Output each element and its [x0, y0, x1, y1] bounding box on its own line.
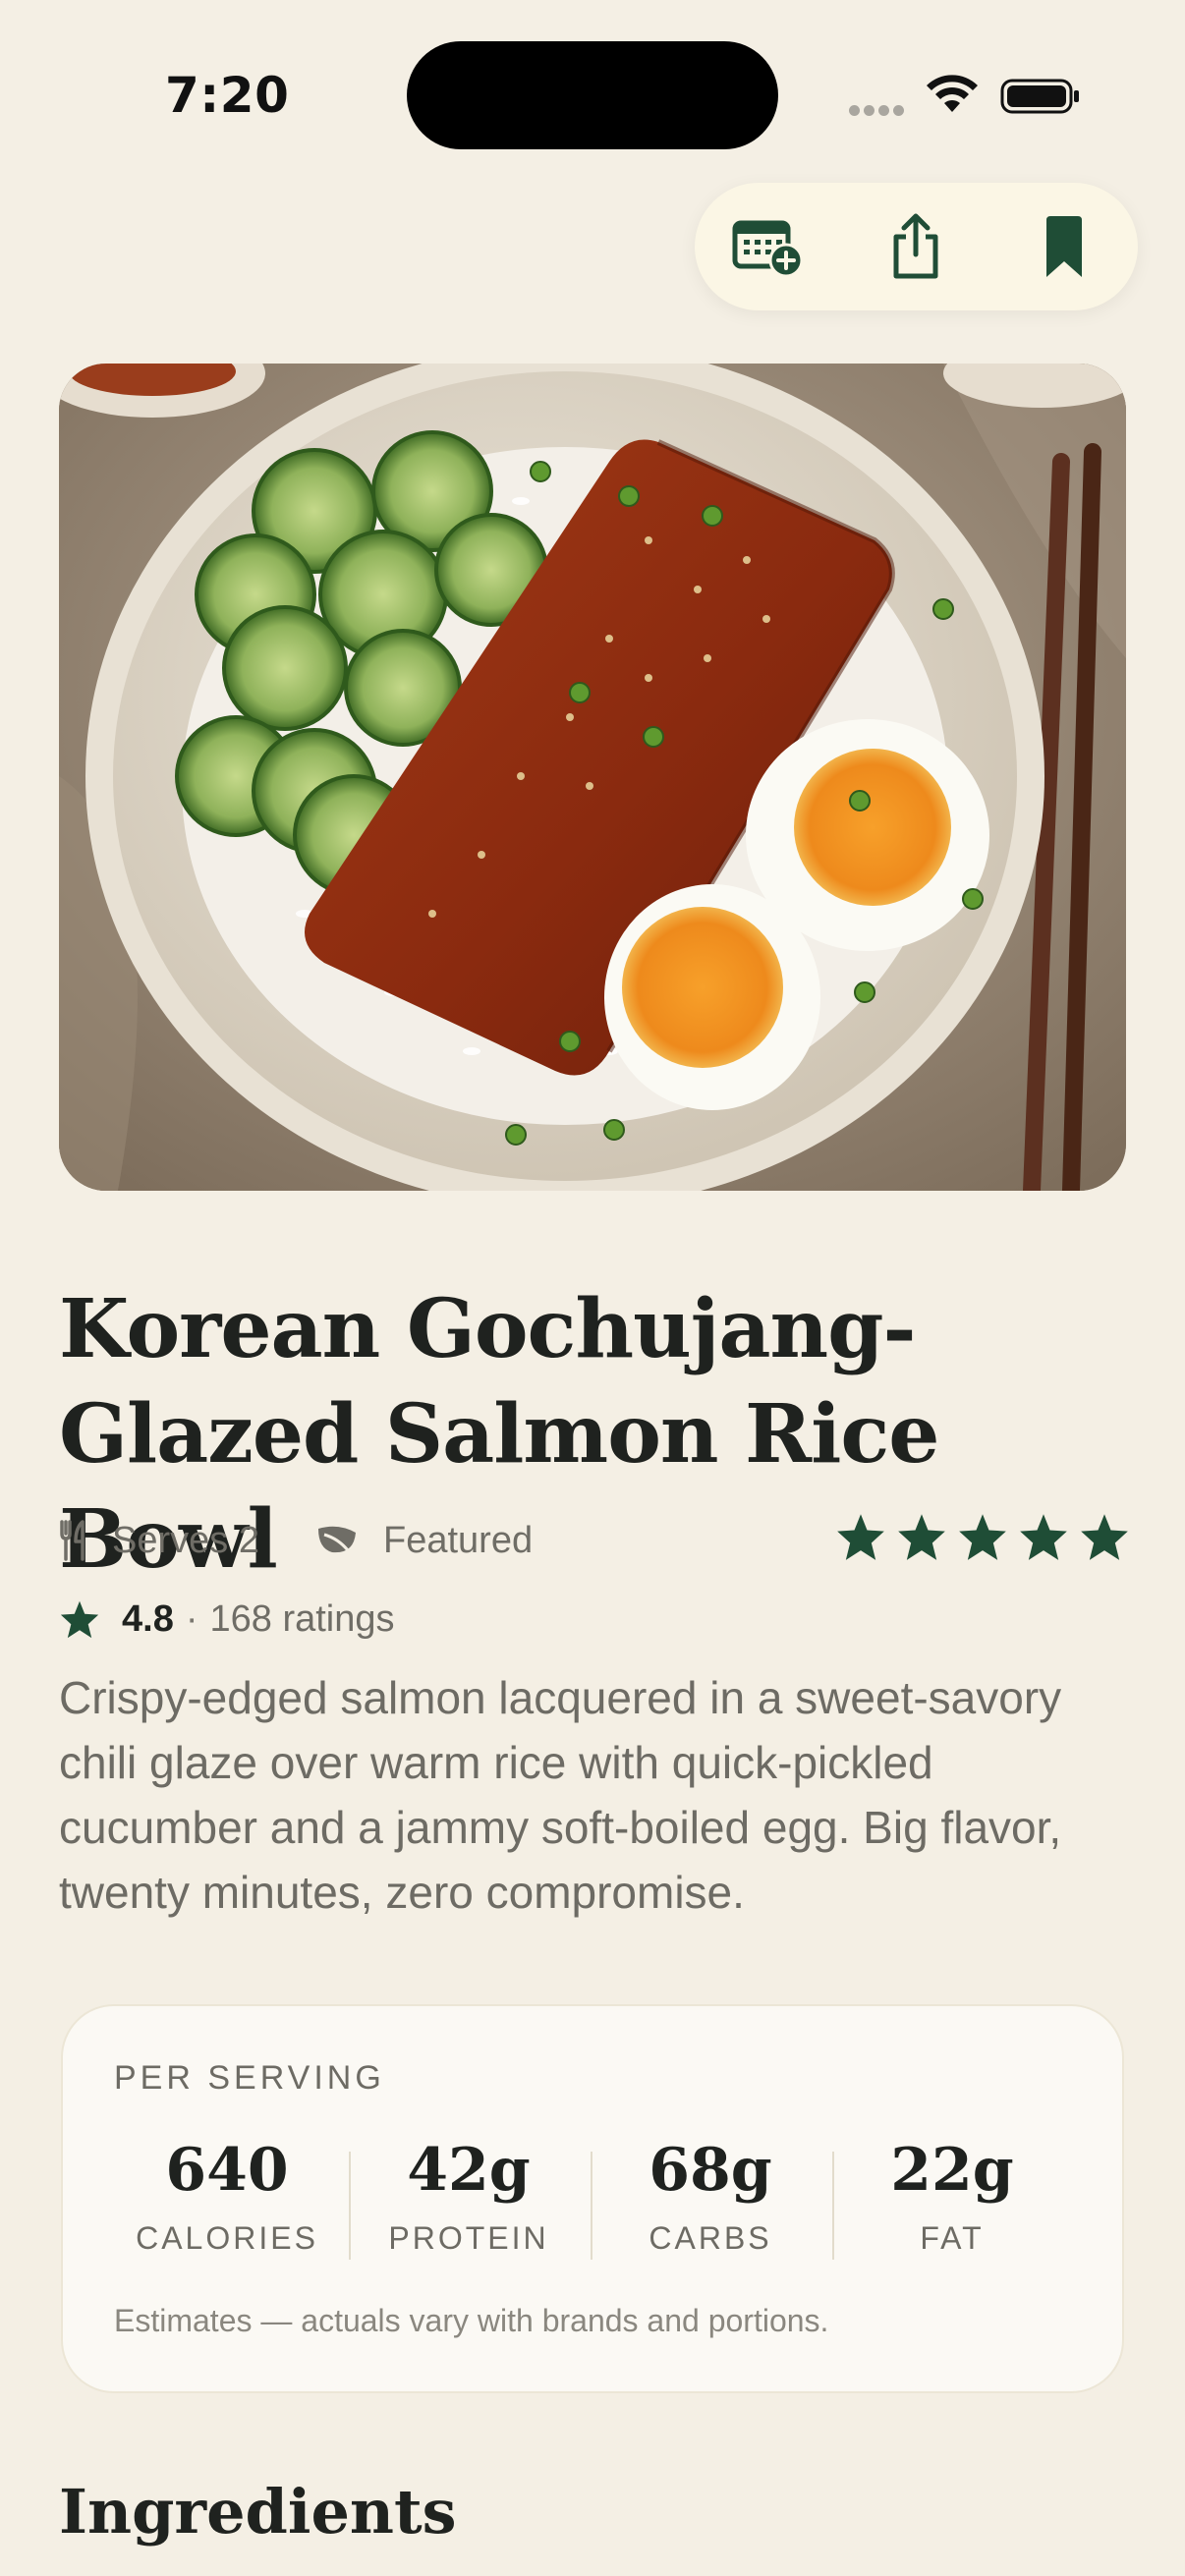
star-icon	[837, 1514, 884, 1560]
bookmark-icon	[1046, 216, 1082, 277]
add-to-calendar-button[interactable]	[705, 183, 832, 310]
serves-label: Serves 2	[112, 1519, 259, 1561]
share-button[interactable]	[852, 183, 980, 310]
stat-label: CARBS	[649, 2220, 772, 2256]
status-time: 7:20	[165, 67, 290, 124]
stat-label: FAT	[920, 2220, 985, 2256]
star-icon	[959, 1514, 1006, 1560]
nutrition-stat-carbs: 68g CARBS	[590, 2136, 831, 2257]
dynamic-island	[407, 41, 778, 149]
fork-knife-icon	[60, 1520, 85, 1561]
rating-separator: ·	[185, 1597, 198, 1640]
status-bar: 7:20	[0, 0, 1185, 187]
stat-value: 22g	[890, 2136, 1014, 2205]
nutrition-heading: PER SERVING	[114, 2059, 385, 2097]
star-icon	[898, 1514, 945, 1560]
star-icon	[1020, 1514, 1067, 1560]
nutrition-stat-calories: 640 CALORIES	[106, 2136, 348, 2257]
stat-value: 42g	[407, 2136, 531, 2205]
nutrition-stat-protein: 42g PROTEIN	[348, 2136, 590, 2257]
recipe-toolbar	[695, 183, 1138, 310]
recipe-meta-row: Serves 2 Featured	[59, 1508, 1130, 1573]
leaf-icon	[318, 1526, 356, 1553]
ingredients-heading: Ingredients	[59, 2476, 457, 2548]
featured-label: Featured	[383, 1519, 534, 1561]
star-icon	[1081, 1514, 1128, 1560]
bookmark-button[interactable]	[1000, 183, 1128, 310]
rating-summary: 4.8 · 168 ratings	[59, 1590, 395, 1649]
recipe-hero-image	[59, 364, 1126, 1191]
nutrition-stat-fat: 22g FAT	[831, 2136, 1073, 2257]
nutrition-card: PER SERVING 640 CALORIES 42g PROTEIN 68g…	[61, 2004, 1124, 2393]
ratings-count: 168 ratings	[209, 1597, 395, 1640]
featured-info: Featured	[314, 1508, 533, 1573]
rating-value: 4.8	[122, 1597, 174, 1640]
calendar-add-icon	[732, 220, 804, 278]
stat-label: CALORIES	[136, 2220, 318, 2256]
nutrition-note: Estimates — actuals vary with brands and…	[114, 2303, 829, 2338]
star-rating[interactable]	[835, 1512, 1130, 1561]
stat-value: 68g	[649, 2136, 772, 2205]
cellular-signal-icon	[849, 103, 908, 117]
stat-value: 640	[165, 2136, 289, 2205]
recipe-title-line-1: Korean Gochujang-	[59, 1282, 917, 1376]
share-icon	[893, 213, 938, 279]
star-icon	[60, 1600, 99, 1639]
recipe-description: Crispy-edged salmon lacquered in a sweet…	[59, 1672, 1062, 1918]
serves-info: Serves 2	[59, 1508, 259, 1573]
stat-label: PROTEIN	[388, 2220, 549, 2256]
wifi-icon	[927, 75, 978, 112]
battery-icon	[1000, 79, 1079, 114]
